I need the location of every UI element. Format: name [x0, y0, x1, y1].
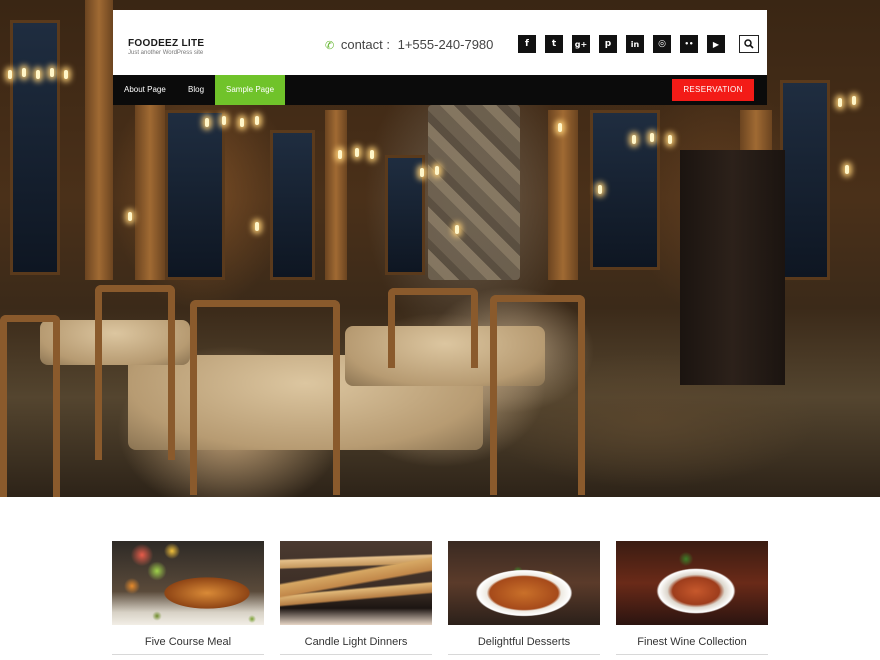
hero-candle	[222, 116, 226, 125]
pinterest-icon[interactable]: p	[599, 35, 617, 53]
hero-window	[165, 110, 225, 280]
site-title[interactable]: FOODEEZ LITE	[128, 38, 204, 49]
dribbble-icon[interactable]: ◎	[653, 35, 671, 53]
facebook-icon[interactable]: f	[518, 35, 536, 53]
hero-candle	[668, 135, 672, 144]
hero-candle	[22, 68, 26, 77]
hero-candle	[64, 70, 68, 79]
feature-image-spaghetti-dish[interactable]	[616, 541, 768, 625]
social-links: f t g+ p in ◎ •• ▶	[518, 35, 725, 53]
hero-chair	[490, 295, 585, 495]
feature-card-five-course-meal[interactable]: Five Course Meal	[112, 541, 264, 655]
hero-candle	[255, 116, 259, 125]
hero-candle	[370, 150, 374, 159]
feature-caption[interactable]: Finest Wine Collection	[616, 636, 768, 648]
feature-image-flatbread-dish[interactable]	[280, 541, 432, 625]
hero-candle	[8, 70, 12, 79]
search-button[interactable]	[739, 35, 759, 53]
nav-item-sample-page[interactable]: Sample Page	[215, 75, 286, 105]
feature-caption[interactable]: Delightful Desserts	[448, 636, 600, 648]
hero-candle	[650, 133, 654, 142]
hero-candle	[558, 123, 562, 132]
feature-image-roast-dish[interactable]	[112, 541, 264, 625]
hero-stone-chimney	[428, 105, 520, 280]
hero-candle	[845, 165, 849, 174]
feature-card-finest-wine-collection[interactable]: Finest Wine Collection	[616, 541, 768, 655]
hero-candle	[420, 168, 424, 177]
hero-candle	[255, 222, 259, 231]
feature-divider	[448, 654, 600, 655]
hero-candle	[36, 70, 40, 79]
hero-candle	[355, 148, 359, 157]
hero-pillar	[325, 110, 347, 280]
nav-item-blog[interactable]: Blog	[177, 75, 215, 105]
hero-candle	[598, 185, 602, 194]
contact-phone[interactable]: 1+555-240-7980	[398, 37, 494, 52]
hero-window	[270, 130, 315, 280]
hero-window	[385, 155, 425, 275]
feature-card-candle-light-dinners[interactable]: Candle Light Dinners	[280, 541, 432, 655]
hero-candle	[128, 212, 132, 221]
nav-item-about-page[interactable]: About Page	[113, 75, 177, 105]
reservation-button[interactable]: RESERVATION	[672, 79, 754, 101]
twitter-icon[interactable]: t	[545, 35, 563, 53]
phone-icon: ✆	[325, 40, 335, 52]
site-tagline: Just another WordPress site	[128, 50, 204, 56]
hero-chair	[388, 288, 478, 368]
hero-candle	[240, 118, 244, 127]
youtube-icon[interactable]: ▶	[707, 35, 725, 53]
hero-candle	[455, 225, 459, 234]
hero-candle	[338, 150, 342, 159]
contact-info: ✆ contact : 1+555-240-7980	[325, 37, 493, 52]
hero-candle	[50, 68, 54, 77]
feature-caption[interactable]: Candle Light Dinners	[280, 636, 432, 648]
hero-chair	[95, 285, 175, 460]
hero-window	[10, 20, 60, 275]
google-plus-icon[interactable]: g+	[572, 35, 590, 53]
hero-candle	[838, 98, 842, 107]
hero-candle	[852, 96, 856, 105]
feature-caption[interactable]: Five Course Meal	[112, 636, 264, 648]
feature-image-pasta-dish[interactable]	[448, 541, 600, 625]
linkedin-icon[interactable]: in	[626, 35, 644, 53]
hero-window	[780, 80, 830, 280]
hero-chair	[190, 300, 340, 495]
feature-divider	[616, 654, 768, 655]
feature-card-delightful-desserts[interactable]: Delightful Desserts	[448, 541, 600, 655]
search-icon	[744, 39, 754, 49]
hero-pillar	[548, 110, 578, 280]
site-header: FOODEEZ LITE Just another WordPress site…	[113, 10, 767, 75]
flickr-icon[interactable]: ••	[680, 35, 698, 53]
hero-pillar	[135, 100, 165, 280]
hero-candle	[435, 166, 439, 175]
hero-chair	[0, 315, 60, 497]
hero-folding-screen	[680, 150, 785, 385]
hero-candle	[205, 118, 209, 127]
feature-divider	[280, 654, 432, 655]
feature-divider	[112, 654, 264, 655]
contact-label: contact :	[340, 37, 390, 52]
hero-candle	[632, 135, 636, 144]
main-navigation: About Page Blog Sample Page RESERVATION	[113, 75, 767, 105]
hero-pillar	[85, 0, 113, 280]
